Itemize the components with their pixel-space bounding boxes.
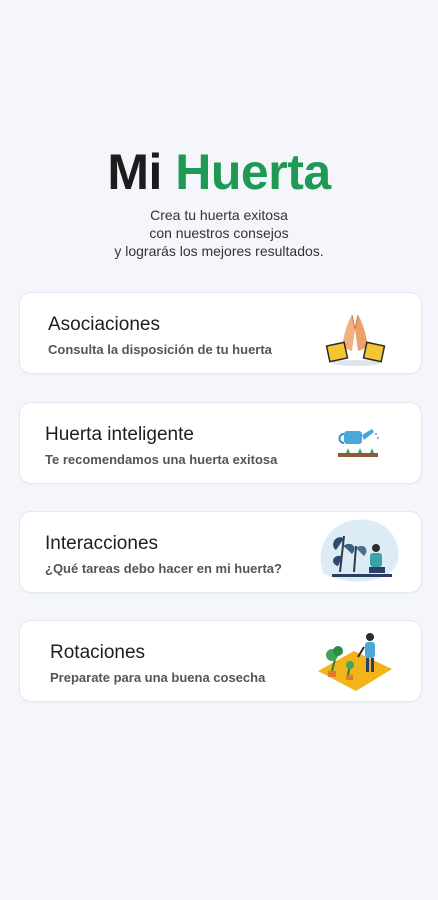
card-interacciones[interactable]: Interacciones ¿Qué tareas debo hacer en … <box>19 511 422 593</box>
garden-plot-icon <box>318 633 392 691</box>
card-subtitle: Consulta la disposición de tu huerta <box>48 342 272 357</box>
card-huerta-inteligente[interactable]: Huerta inteligente Te recomendamos una h… <box>19 402 422 484</box>
app-title-word-mi: Mi <box>107 144 162 200</box>
app-title-word-huerta: Huerta <box>175 144 331 200</box>
subtitle-line: Crea tu huerta exitosa <box>150 207 288 223</box>
subtitle-line: y lograrás los mejores resultados. <box>114 243 324 259</box>
gardener-plants-icon <box>320 519 399 582</box>
card-title: Rotaciones <box>50 642 146 663</box>
card-title: Huerta inteligente <box>45 424 194 445</box>
card-asociaciones[interactable]: Asociaciones Consulta la disposición de … <box>19 292 422 374</box>
card-title: Interacciones <box>45 533 159 554</box>
watering-can-icon <box>338 429 379 457</box>
card-subtitle: Preparate para una buena cosecha <box>50 670 266 685</box>
card-subtitle: Te recomendamos una huerta exitosa <box>45 452 278 467</box>
subtitle-line: con nuestros consejos <box>149 225 289 241</box>
praying-hands-icon <box>325 314 386 366</box>
app-title: Mi Huerta <box>0 140 438 204</box>
card-rotaciones[interactable]: Rotaciones Preparate para una buena cose… <box>19 620 422 702</box>
card-title: Asociaciones <box>48 314 160 335</box>
card-subtitle: ¿Qué tareas debo hacer en mi huerta? <box>45 561 282 576</box>
app-subtitle: Crea tu huerta exitosa con nuestros cons… <box>0 206 438 260</box>
